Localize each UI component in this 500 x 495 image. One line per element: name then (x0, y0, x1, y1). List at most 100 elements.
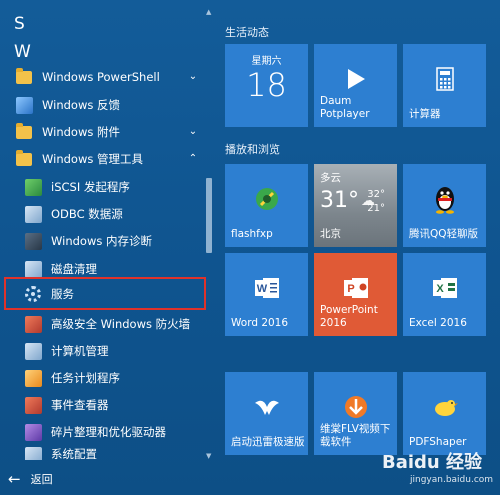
weather-condition: 多云 (320, 172, 341, 184)
tile-qq[interactable]: 腾讯QQ轻聊版 (403, 164, 486, 247)
bird-icon (254, 400, 279, 415)
app-item-label: Windows PowerShell (42, 70, 160, 84)
tile-label-line1: PowerPoint (320, 304, 378, 316)
letter-header-s[interactable]: S (14, 14, 25, 34)
app-item-system-config[interactable]: 系统配置 (0, 446, 205, 460)
start-menu: S W Windows PowerShell ⌄ Windows 反馈 Wind… (0, 0, 500, 495)
app-item-label: 事件查看器 (51, 398, 109, 412)
tile-group-title-play: 播放和浏览 (225, 143, 280, 156)
app-item-memory-diagnostic[interactable]: Windows 内存诊断 (0, 228, 205, 254)
tile-label-line2: 2016 (320, 317, 347, 329)
tile-word[interactable]: W Word 2016 (225, 253, 308, 336)
calendar-day: 18 (246, 66, 287, 104)
arrow-left-icon: ← (8, 470, 21, 488)
calendar-weekday: 星期六 (251, 56, 282, 67)
folder-icon (15, 122, 33, 141)
app-item-windows-accessories[interactable]: Windows 附件 ⌄ (0, 119, 205, 145)
database-icon (24, 205, 42, 223)
event-viewer-icon (24, 396, 42, 414)
scroll-up-arrow[interactable]: ▲ (206, 8, 211, 16)
tile-group-title-life: 生活动态 (225, 26, 269, 39)
tile-label: flashfxp (231, 228, 273, 240)
flv-downloader-icon (344, 395, 367, 418)
folder-icon (15, 149, 33, 168)
tile-calculator[interactable]: 计算器 (403, 44, 486, 127)
weather-temperature: 31° (320, 188, 359, 213)
tile-label: 启动迅雷极速版 (231, 436, 305, 448)
qq-penguin-icon (435, 186, 454, 214)
computer-management-icon (24, 342, 42, 360)
back-label: 返回 (30, 473, 53, 486)
app-item-odbc[interactable]: ODBC 数据源 (0, 201, 205, 227)
scroll-down-arrow[interactable]: ▼ (206, 452, 211, 460)
services-highlight-box (4, 277, 206, 310)
tile-weather[interactable]: 多云 31° ☁ 32° 21° 北京 (314, 164, 397, 247)
app-item-label: Windows 附件 (42, 125, 120, 139)
tile-flv-downloader[interactable]: 维棠FLV视频下 载软件 (314, 372, 397, 455)
letter-header-w[interactable]: W (14, 42, 31, 62)
chevron-down-icon: ⌄ (188, 126, 198, 137)
app-item-label: 系统配置 (51, 447, 97, 460)
app-item-label: 高级安全 Windows 防火墙 (51, 317, 191, 331)
tile-label-line1: 维棠FLV视频下 (320, 423, 391, 435)
tile-excel[interactable]: X Excel 2016 (403, 253, 486, 336)
powerpoint-icon: P (343, 277, 368, 298)
svg-text:X: X (436, 283, 444, 295)
tile-label: Word 2016 (231, 317, 289, 329)
system-config-icon (24, 446, 42, 460)
folder-icon (15, 67, 33, 86)
app-item-defrag[interactable]: 碎片整理和优化驱动器 (0, 419, 205, 445)
tile-xunlei[interactable]: 启动迅雷极速版 (225, 372, 308, 455)
clock-icon (24, 369, 42, 387)
app-item-label: Windows 反馈 (42, 98, 120, 112)
tile-label-line1: Daum (320, 95, 352, 107)
app-item-label: 磁盘清理 (51, 262, 97, 276)
tile-flashfxp[interactable]: flashfxp (225, 164, 308, 247)
word-icon: W (254, 277, 279, 298)
weather-high: 32° (367, 189, 385, 200)
tile-potplayer[interactable]: Daum Potplayer (314, 44, 397, 127)
app-item-label: iSCSI 发起程序 (51, 180, 130, 194)
defrag-icon (24, 423, 42, 441)
memory-icon (24, 232, 42, 250)
tile-calendar[interactable]: 星期六 18 (225, 44, 308, 127)
app-item-event-viewer[interactable]: 事件查看器 (0, 392, 205, 418)
app-list: S W Windows PowerShell ⌄ Windows 反馈 Wind… (0, 0, 213, 495)
app-item-label: Windows 管理工具 (42, 152, 143, 166)
app-item-label: 碎片整理和优化驱动器 (51, 425, 166, 439)
tile-powerpoint[interactable]: P PowerPoint 2016 (314, 253, 397, 336)
chevron-down-icon: ⌄ (188, 71, 198, 82)
weather-city: 北京 (320, 228, 341, 240)
pdfshaper-icon (434, 399, 458, 416)
disk-cleanup-icon (24, 260, 42, 278)
excel-icon: X (432, 277, 457, 298)
tile-label-line2: Potplayer (320, 108, 370, 120)
app-item-windows-feedback[interactable]: Windows 反馈 (0, 92, 205, 118)
tile-label: 计算器 (409, 108, 441, 120)
app-item-windows-powershell[interactable]: Windows PowerShell ⌄ (0, 64, 205, 90)
person-icon (15, 96, 33, 114)
chevron-up-icon: ⌃ (188, 153, 198, 164)
app-item-windows-admin-tools[interactable]: Windows 管理工具 ⌃ (0, 146, 205, 172)
tile-label-line2: 载软件 (320, 436, 352, 448)
app-item-computer-management[interactable]: 计算机管理 (0, 338, 205, 364)
play-icon (347, 68, 365, 89)
weather-low: 21° (367, 203, 385, 214)
app-item-firewall[interactable]: 高级安全 Windows 防火墙 (0, 311, 205, 337)
firewall-icon (24, 315, 42, 333)
back-button[interactable]: ← 返回 (8, 470, 53, 488)
iscsi-icon (24, 178, 42, 196)
app-item-label: 计算机管理 (51, 344, 109, 358)
flashfxp-icon (255, 187, 278, 210)
tile-label: Excel 2016 (409, 317, 467, 329)
app-item-label: Windows 内存诊断 (51, 234, 152, 248)
tile-label: 腾讯QQ轻聊版 (409, 228, 479, 240)
calculator-icon (435, 67, 454, 91)
svg-text:P: P (347, 283, 354, 295)
baidu-watermark-logo: Baidu 经验 (382, 452, 483, 473)
tile-pdfshaper[interactable]: PDFShaper (403, 372, 486, 455)
svg-text:W: W (256, 283, 267, 295)
scrollbar-thumb[interactable] (206, 178, 212, 253)
app-item-task-scheduler[interactable]: 任务计划程序 (0, 365, 205, 391)
app-item-iscsi[interactable]: iSCSI 发起程序 (0, 174, 205, 200)
